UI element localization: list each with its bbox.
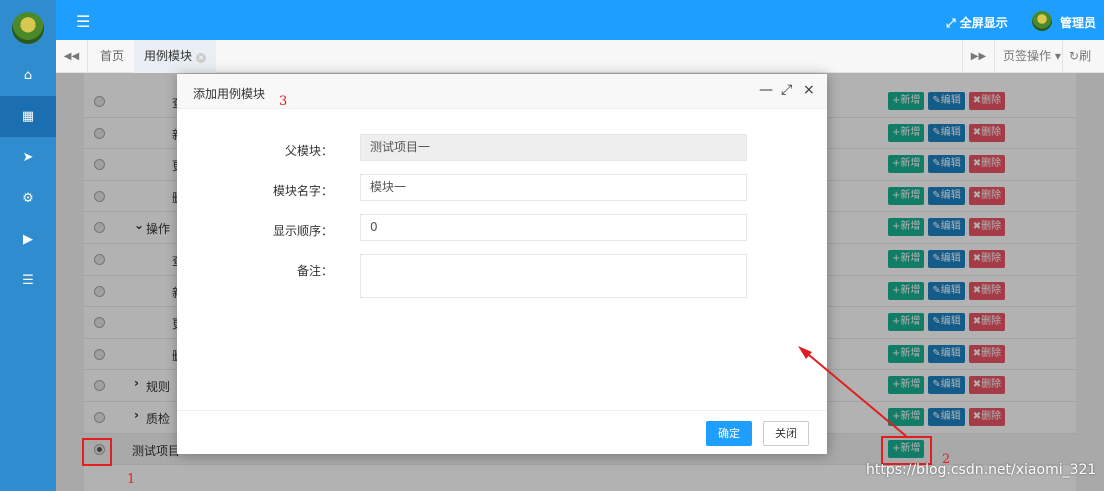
watermark: https://blog.csdn.net/xiaomi_321 — [866, 462, 1097, 478]
annotation-arrow — [798, 346, 907, 437]
